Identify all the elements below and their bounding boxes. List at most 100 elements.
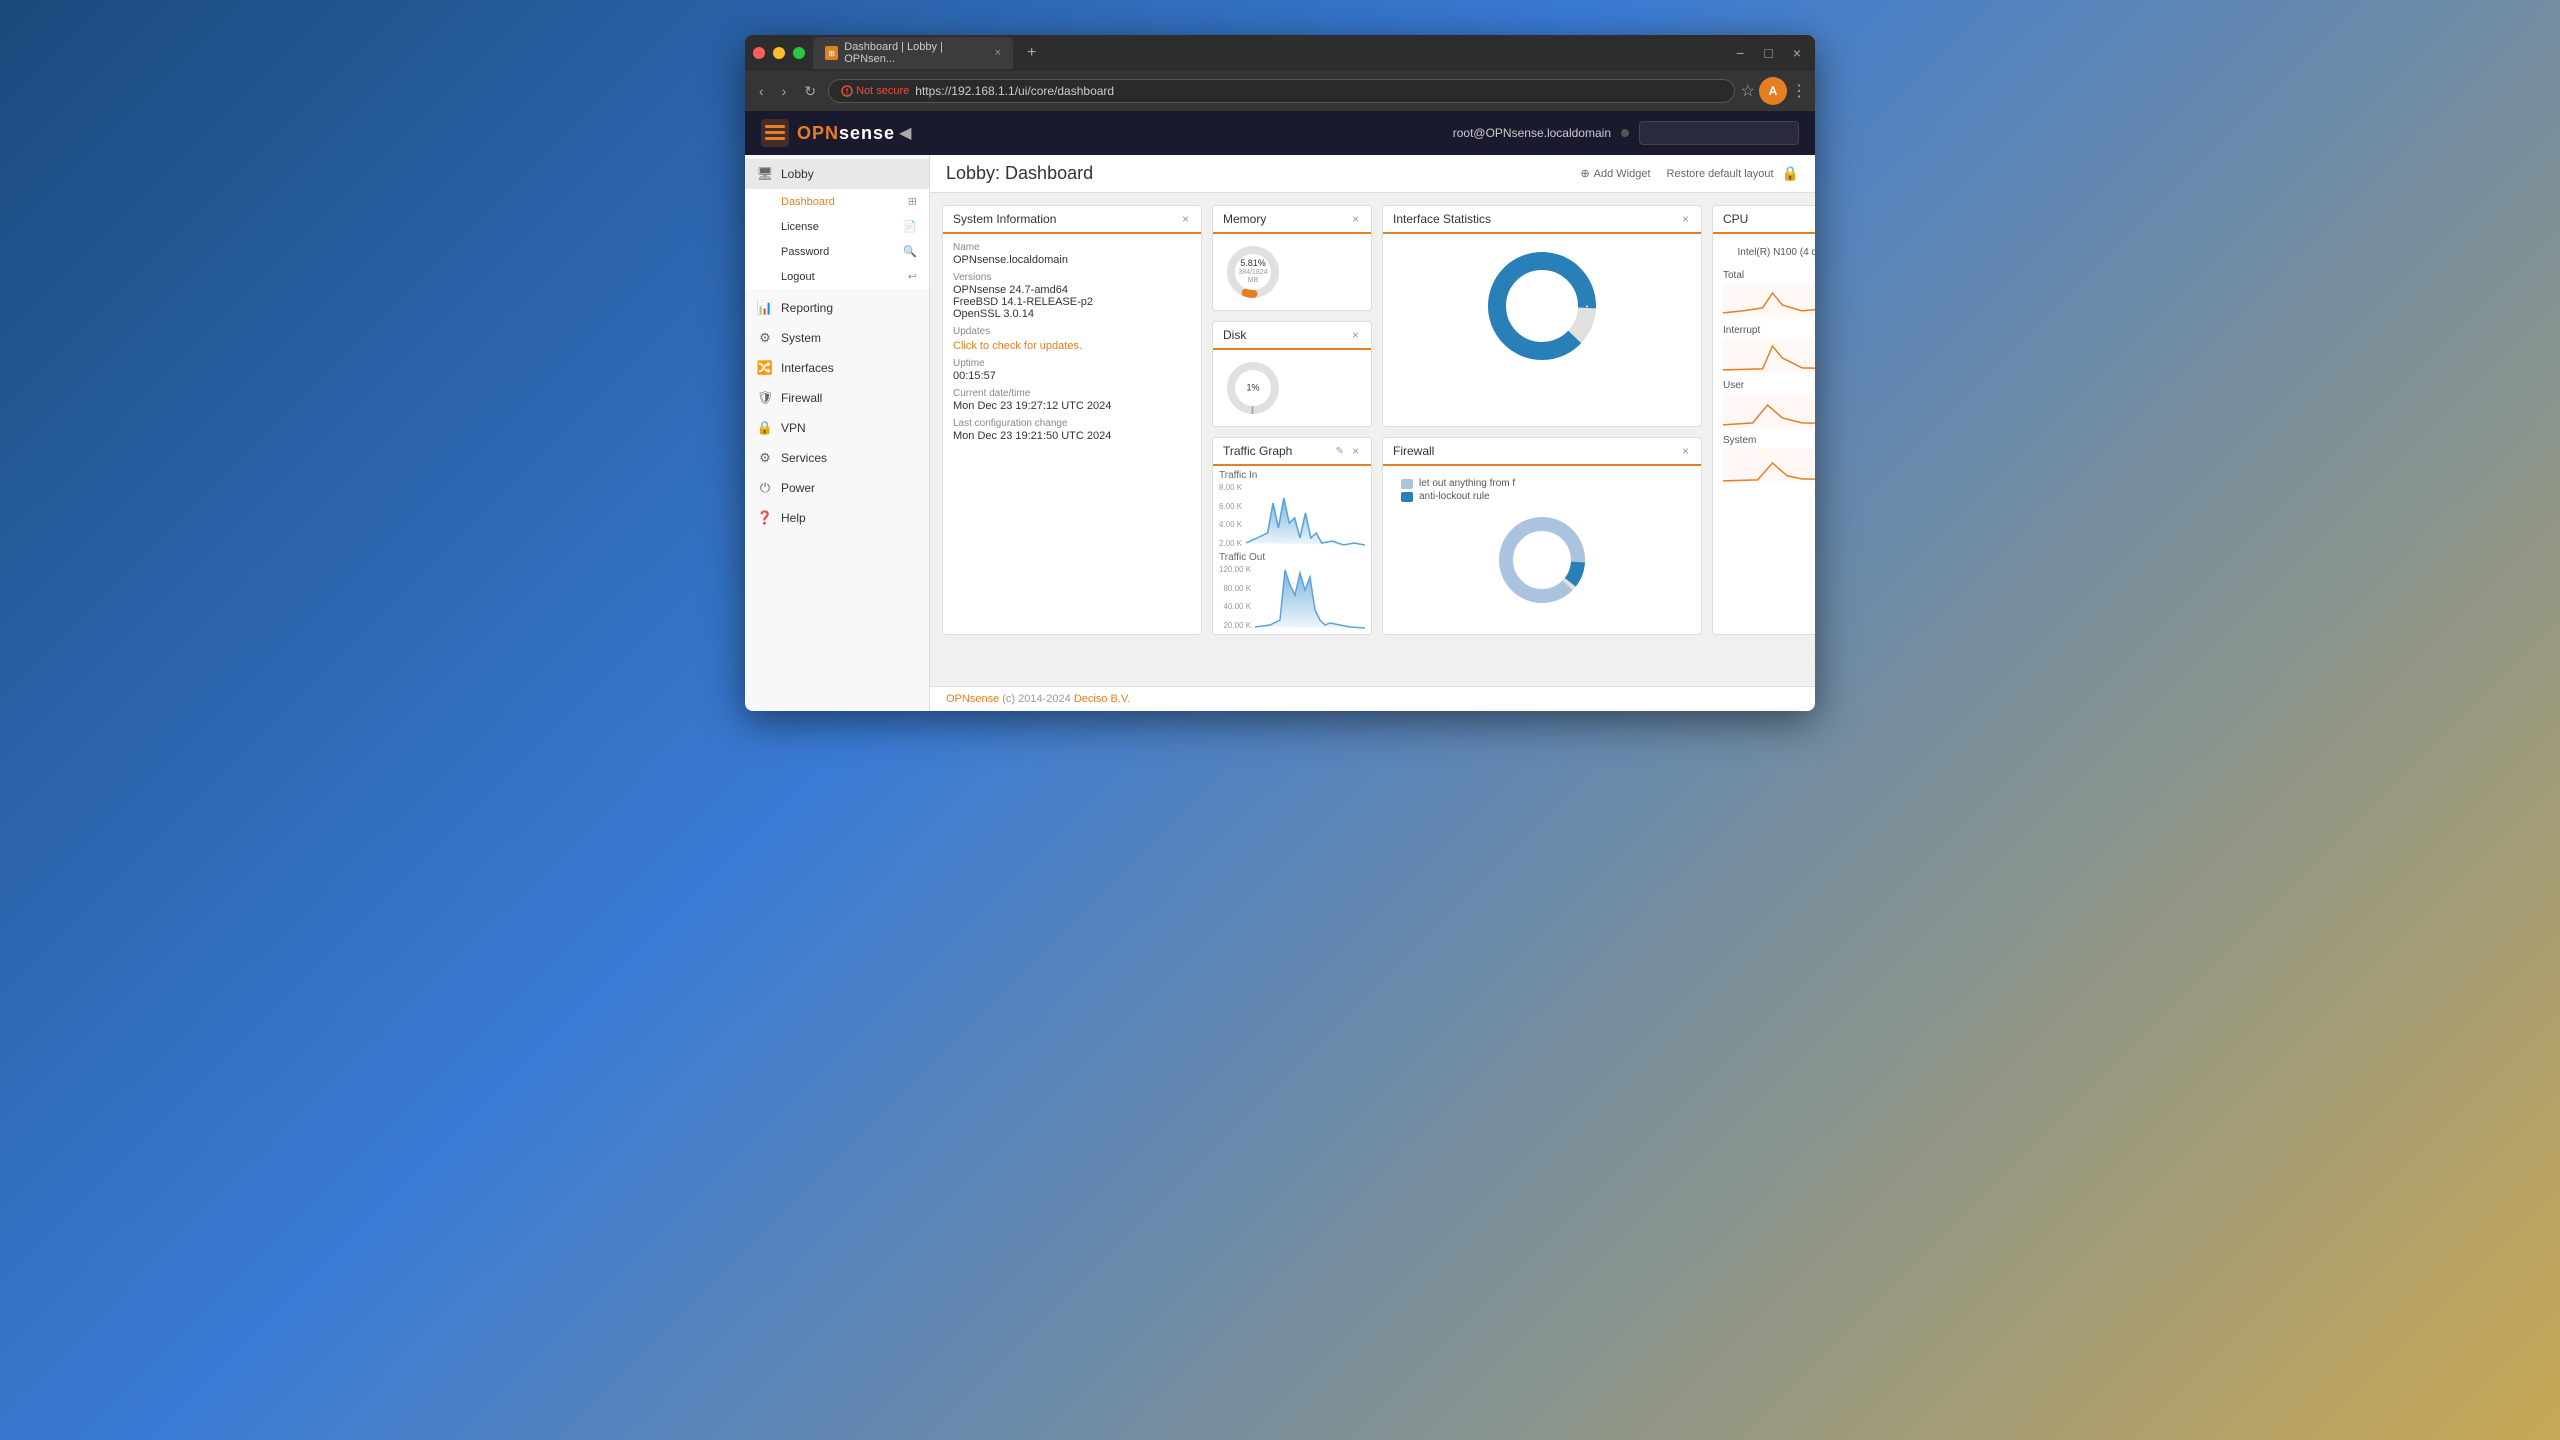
sidebar-item-system[interactable]: ⚙ System	[745, 323, 929, 353]
firewall-close-btn[interactable]: ×	[1680, 444, 1691, 458]
firewall-donut	[1393, 506, 1691, 614]
browser-maximize-btn[interactable]	[793, 47, 805, 59]
traffic-body: Traffic In 8.00 K6.00 K4.00 K2.00 K	[1213, 466, 1371, 634]
bookmark-button[interactable]: ☆	[1741, 81, 1755, 101]
new-tab-button[interactable]: +	[1021, 44, 1042, 62]
lock-button[interactable]: 🔒	[1782, 165, 1799, 182]
sysinfo-name-row: Name OPNsense.localdomain	[953, 242, 1191, 266]
sidebar-item-interfaces[interactable]: 🔀 Interfaces	[745, 353, 929, 383]
browser-minimize-btn[interactable]	[773, 47, 785, 59]
logo-sense: sense	[839, 123, 895, 143]
sidebar-item-lobby[interactable]: 🖥 Lobby	[745, 159, 929, 189]
add-widget-button[interactable]: ⊕ Add Widget	[1572, 163, 1658, 184]
sysinfo-lastconfig-value: Mon Dec 23 19:21:50 UTC 2024	[953, 430, 1191, 442]
widget-cpu: CPU × Intel(R) N100 (4 cores, 4 threads)…	[1712, 205, 1815, 635]
sysinfo-updates-row: Updates Click to check for updates.	[953, 326, 1191, 352]
cpu-total-section: Total 3	[1723, 270, 1815, 321]
url-display: https://192.168.1.1/ui/core/dashboard	[915, 84, 1114, 98]
memory-percent: 5.81% 384/1824 MB	[1238, 258, 1268, 286]
legend-label-2: anti-lockout rule	[1419, 491, 1490, 502]
browser-close-btn[interactable]	[753, 47, 765, 59]
footer-opnsense-link[interactable]: OPNsense	[946, 693, 999, 705]
cpu-user-label: User	[1723, 380, 1744, 391]
logo-text: OPNsense	[797, 123, 895, 144]
sidebar-item-services[interactable]: ⚙ Services	[745, 443, 929, 473]
disk-close-btn[interactable]: ×	[1350, 328, 1361, 342]
sysinfo-close-btn[interactable]: ×	[1180, 212, 1191, 226]
restore-layout-button[interactable]: Restore default layout	[1667, 168, 1774, 180]
global-search-input[interactable]	[1639, 121, 1799, 145]
cpu-interrupt-label: Interrupt	[1723, 325, 1760, 336]
sidebar-child-dashboard[interactable]: Dashboard ⊞	[745, 189, 929, 214]
legend-dot-2	[1401, 492, 1413, 502]
sidebar-child-license[interactable]: License 📄	[745, 214, 929, 239]
cpu-title: CPU	[1723, 212, 1748, 226]
app-header: OPNsense ◀ root@OPNsense.localdomain	[745, 111, 1815, 155]
reporting-icon: 📊	[757, 300, 773, 316]
sidebar-item-power[interactable]: ⏻ Power	[745, 473, 929, 503]
memory-body: 5.81% 384/1824 MB	[1213, 234, 1371, 310]
back-button[interactable]: ‹	[753, 79, 770, 103]
sidebar-item-vpn[interactable]: 🔒 VPN	[745, 413, 929, 443]
traffic-close-btn[interactable]: ×	[1350, 444, 1361, 458]
cpu-total-label: Total	[1723, 270, 1744, 281]
window-minimize-btn[interactable]: −	[1730, 41, 1750, 65]
iface-close-btn[interactable]: ×	[1680, 212, 1691, 226]
password-label: Password	[781, 246, 829, 258]
disk-gauge: 1%	[1223, 358, 1283, 418]
iface-donut	[1482, 246, 1602, 366]
tab-close-btn[interactable]: ×	[995, 47, 1001, 59]
traffic-widget-header: Traffic Graph ✎ ×	[1213, 438, 1371, 466]
user-info: root@OPNsense.localdomain	[1453, 126, 1611, 140]
sidebar-collapse-btn[interactable]: ◀	[895, 119, 915, 147]
disk-title: Disk	[1223, 328, 1246, 342]
sidebar-child-logout[interactable]: Logout ↩	[745, 264, 929, 289]
cpu-widget-header: CPU ×	[1713, 206, 1815, 234]
cpu-user-section: User 2	[1723, 380, 1815, 431]
window-close-btn[interactable]: ×	[1787, 41, 1807, 65]
sidebar-item-reporting[interactable]: 📊 Reporting	[745, 293, 929, 323]
browser-menu-button[interactable]: ⋮	[1791, 81, 1807, 101]
sidebar-item-firewall[interactable]: 🛡 Firewall	[745, 383, 929, 413]
header-actions: ⊕ Add Widget Restore default layout 🔒	[1572, 163, 1799, 184]
browser-window: ⊞ Dashboard | Lobby | OPNsen... × + − □ …	[745, 35, 1815, 711]
tab-favicon: ⊞	[825, 46, 838, 60]
license-child-icon: 📄	[903, 220, 917, 233]
address-bar[interactable]: Not secure https://192.168.1.1/ui/core/d…	[828, 79, 1735, 103]
cpu-user-header: User 2	[1723, 380, 1815, 393]
window-maximize-btn[interactable]: □	[1758, 41, 1778, 65]
footer: OPNsense (c) 2014-2024 Deciso B.V.	[930, 686, 1815, 711]
widget-memory: Memory ×	[1212, 205, 1372, 311]
sysinfo-updates-label: Updates	[953, 326, 1191, 337]
footer-deciso-link[interactable]: Deciso B.V.	[1074, 693, 1130, 705]
traffic-edit-btn[interactable]: ✎	[1334, 446, 1346, 457]
firewall-icon: 🛡	[757, 390, 773, 406]
browser-toolbar: ‹ › ↻ Not secure https://192.168.1.1/ui/…	[745, 71, 1815, 111]
traffic-out-chart	[1255, 565, 1365, 630]
reload-button[interactable]: ↻	[798, 79, 822, 104]
sysinfo-updates-link[interactable]: Click to check for updates.	[953, 340, 1082, 352]
memory-sub: 384/1824 MB	[1238, 269, 1268, 286]
license-label: License	[781, 221, 819, 233]
sidebar-child-password[interactable]: Password 🔍	[745, 239, 929, 264]
sysinfo-version2: FreeBSD 14.1-RELEASE-p2	[953, 296, 1191, 308]
footer-copyright: (c) 2014-2024	[999, 693, 1074, 705]
sysinfo-widget-header: System Information ×	[943, 206, 1201, 234]
legend-label-1: let out anything from f	[1419, 478, 1515, 489]
memory-close-btn[interactable]: ×	[1350, 212, 1361, 226]
browser-tab[interactable]: ⊞ Dashboard | Lobby | OPNsen... ×	[813, 37, 1013, 69]
iface-widget-header: Interface Statistics ×	[1383, 206, 1701, 234]
vpn-label: VPN	[781, 421, 806, 435]
sysinfo-actions: ×	[1180, 212, 1191, 226]
sysinfo-name-value: OPNsense.localdomain	[953, 254, 1191, 266]
page-title: Lobby: Dashboard	[946, 163, 1093, 184]
cpu-total-header: Total 3	[1723, 270, 1815, 283]
cpu-system-chart	[1723, 448, 1815, 483]
traffic-title: Traffic Graph	[1223, 444, 1292, 458]
sysinfo-name-label: Name	[953, 242, 1191, 253]
sysinfo-versions-label: Versions	[953, 272, 1191, 283]
sidebar-item-help[interactable]: ❓ Help	[745, 503, 929, 533]
forward-button[interactable]: ›	[776, 79, 793, 103]
cpu-interrupt-section: Interrupt 0	[1723, 325, 1815, 376]
add-widget-plus: ⊕	[1580, 167, 1589, 180]
